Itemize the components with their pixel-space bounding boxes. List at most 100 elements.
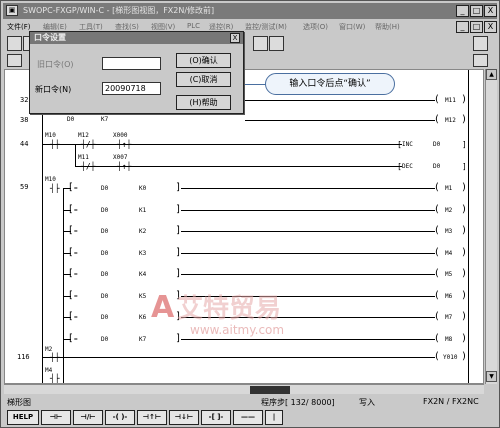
- compare-operand: D0: [101, 271, 109, 278]
- new-file-icon[interactable]: [7, 36, 22, 51]
- compare-operand: D0: [101, 228, 109, 235]
- ok-button[interactable]: (O)确认: [176, 53, 231, 68]
- coil-left-bracket: (: [435, 290, 439, 301]
- coil-right-bracket: ): [462, 351, 466, 362]
- menu-options[interactable]: 选项(O): [303, 22, 328, 32]
- scroll-up-icon[interactable]: ▲: [486, 69, 497, 80]
- contact-label: M10: [45, 132, 56, 139]
- dialog-close-button[interactable]: X: [230, 33, 240, 43]
- status-plc: FX2N / FX2NC: [423, 397, 479, 406]
- fkey-vline[interactable]: |: [265, 410, 283, 425]
- ladder-diagram[interactable]: 32 ( M11 ) 38 D0 K7 ( M12 ) 44 M10 M12 X…: [4, 69, 484, 384]
- step-number: 44: [20, 140, 29, 148]
- menu-file[interactable]: 文件(F): [7, 22, 31, 32]
- fkey-fall[interactable]: ⊣↓⊢: [169, 410, 199, 425]
- compare-operand: K7: [139, 336, 147, 343]
- status-steps: 程序步[ 132/ 8000]: [261, 398, 335, 407]
- fkey-rise[interactable]: ⊣↑⊢: [137, 410, 167, 425]
- compare-bracket: ]: [176, 182, 180, 193]
- coil-left-bracket: (: [435, 247, 439, 258]
- compare-operator: =: [74, 185, 78, 192]
- rung-line: [181, 188, 435, 189]
- menu-plc[interactable]: PLC: [187, 22, 200, 30]
- scroll-down-icon[interactable]: ▼: [486, 371, 497, 382]
- compare-bracket: ]: [176, 204, 180, 215]
- rung-line: [181, 231, 435, 232]
- step-number: 38: [20, 116, 29, 124]
- compare-bracket: [: [69, 225, 73, 236]
- coil-label: M12: [445, 117, 456, 124]
- fkey-coil[interactable]: -( )-: [105, 410, 135, 425]
- fkey-hline[interactable]: ——: [233, 410, 263, 425]
- up-arrow-icon[interactable]: [473, 36, 488, 51]
- contact-label: M10: [45, 176, 56, 183]
- callout-pointer: [245, 84, 266, 85]
- contact-symbol: ┤├: [50, 140, 60, 149]
- compare-operand: D0: [101, 185, 109, 192]
- fkey-instruction[interactable]: -[ ]-: [201, 410, 231, 425]
- menu-monitor[interactable]: 监控/测试(M): [245, 22, 287, 32]
- compare-operator: =: [74, 250, 78, 257]
- compare-operand: D0: [101, 314, 109, 321]
- close-button[interactable]: X: [484, 5, 497, 17]
- fkey-help[interactable]: HELP: [7, 410, 39, 425]
- minimize-button[interactable]: _: [456, 5, 469, 17]
- coil-right-bracket: ): [462, 114, 466, 125]
- compare-operand: D0: [101, 293, 109, 300]
- compare-operand: K7: [101, 116, 109, 123]
- menu-window[interactable]: 窗口(W): [339, 22, 365, 32]
- doc-minimize-button[interactable]: _: [456, 21, 469, 33]
- contact-symbol: ┤/├: [81, 162, 96, 171]
- rung-line: [245, 120, 435, 121]
- compare-operand: D0: [67, 116, 75, 123]
- instruction-box: ]: [462, 140, 467, 149]
- coil-left-bracket: (: [435, 94, 439, 105]
- compare-bracket: ]: [176, 225, 180, 236]
- coil-left-bracket: (: [435, 268, 439, 279]
- coil-left-bracket: (: [435, 182, 439, 193]
- doc-restore-button[interactable]: □: [470, 21, 483, 33]
- help-button[interactable]: (H)帮助: [176, 95, 231, 110]
- application-window: ▣ SWOPC-FXGP/WIN-C - [梯形图视图，FX2N/修改前] _ …: [0, 0, 500, 428]
- print-icon[interactable]: [253, 36, 268, 51]
- cancel-button[interactable]: (C)取消: [176, 72, 231, 87]
- coil-right-bracket: ): [462, 268, 466, 279]
- rung-line: [181, 274, 435, 275]
- new-password-field[interactable]: 20090718: [102, 82, 161, 95]
- compare-operator: =: [74, 228, 78, 235]
- scroll-thumb[interactable]: [250, 386, 290, 394]
- old-password-field[interactable]: [102, 57, 161, 70]
- instruction-name: INC: [402, 141, 413, 148]
- vertical-scrollbar[interactable]: ▲ ▼: [485, 69, 497, 384]
- doc-close-button[interactable]: X: [484, 21, 497, 33]
- ladder-view-icon[interactable]: [7, 54, 22, 67]
- coil-left-bracket: (: [435, 204, 439, 215]
- menu-help[interactable]: 帮助(H): [375, 22, 400, 32]
- status-bar: 梯形图 程序步[ 132/ 8000] 写入 FX2N / FX2NC: [3, 396, 497, 408]
- compare-operator: =: [74, 314, 78, 321]
- coil-label: M5: [445, 271, 453, 278]
- app-icon: ▣: [6, 5, 18, 16]
- compare-operand: D0: [101, 250, 109, 257]
- maximize-button[interactable]: □: [470, 5, 483, 17]
- compare-bracket: [: [69, 311, 73, 322]
- compare-operand: K2: [139, 228, 147, 235]
- watermark-url: www.aitmy.com: [190, 323, 285, 337]
- compare-operand: K0: [139, 185, 147, 192]
- coil-left-bracket: (: [435, 311, 439, 322]
- contact-label: X000: [113, 132, 128, 139]
- compare-operand: K5: [139, 293, 147, 300]
- coil-right-bracket: ): [462, 311, 466, 322]
- horizontal-scrollbar[interactable]: [4, 384, 484, 394]
- contact-symbol: ┤/├: [81, 140, 96, 149]
- fkey-contact-nc[interactable]: ⊣/⊢: [73, 410, 103, 425]
- help-icon[interactable]: [269, 36, 284, 51]
- down-arrow-icon[interactable]: [473, 54, 488, 67]
- coil-right-bracket: ): [462, 182, 466, 193]
- window-title: SWOPC-FXGP/WIN-C - [梯形图视图，FX2N/修改前]: [23, 6, 215, 15]
- fkey-contact-no[interactable]: ⊣⊢: [41, 410, 71, 425]
- contact-symbol: ┤↑├: [117, 162, 132, 171]
- rung-line: [181, 253, 435, 254]
- coil-right-bracket: ): [462, 290, 466, 301]
- coil-label: M3: [445, 228, 453, 235]
